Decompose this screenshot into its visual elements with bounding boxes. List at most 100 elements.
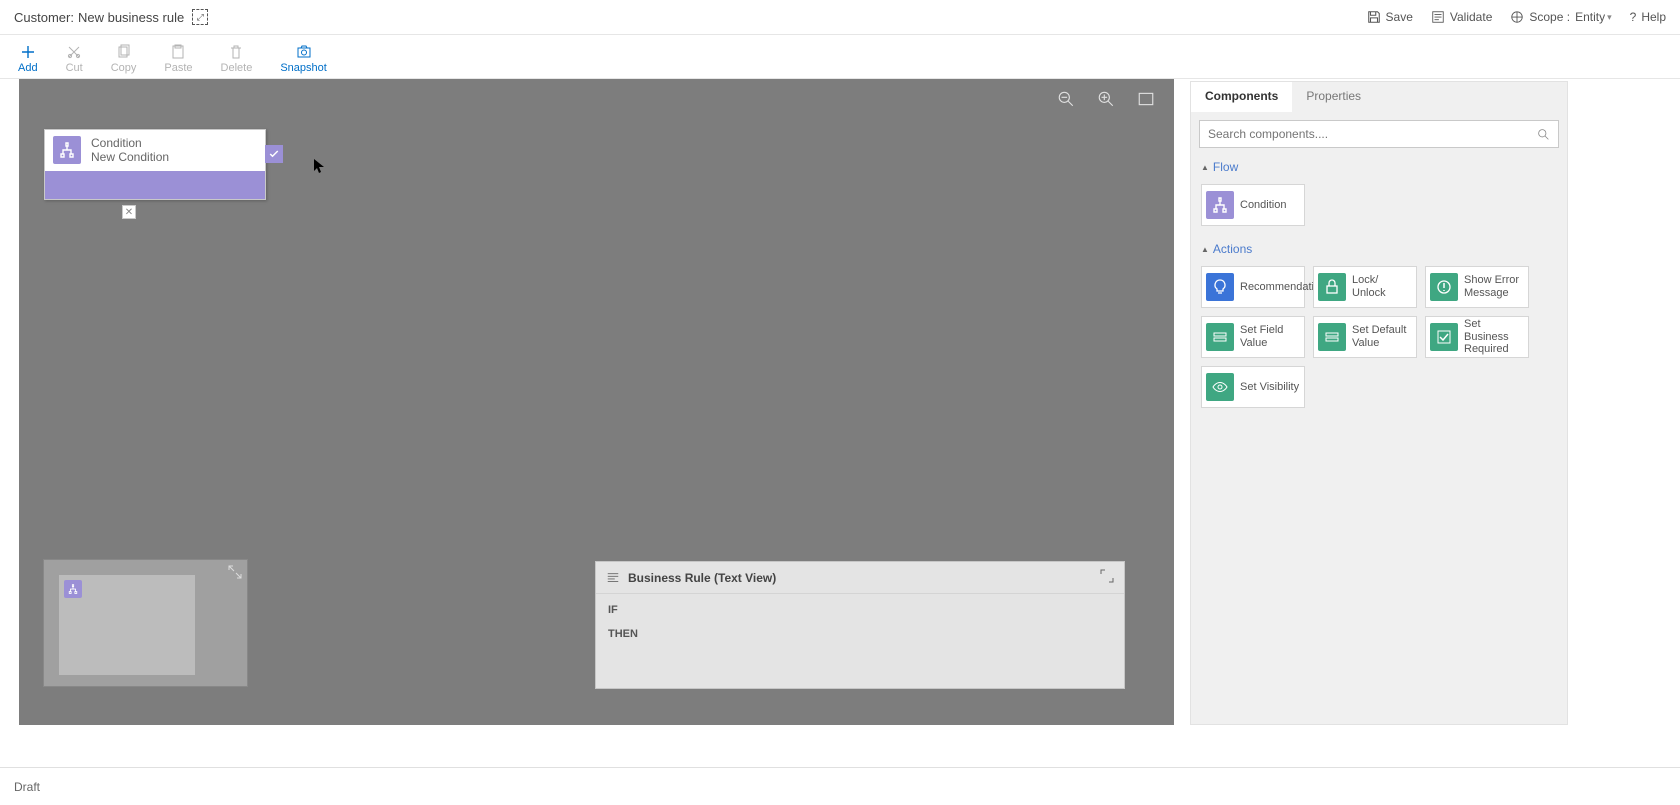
delete-button[interactable]: Delete — [221, 44, 253, 78]
minimap-viewport[interactable] — [59, 575, 195, 675]
component-set-visibility[interactable]: Set Visibility — [1201, 366, 1305, 408]
node-name-label: New Condition — [91, 150, 169, 164]
section-actions[interactable]: ▲ Actions — [1191, 238, 1567, 260]
component-recommendation[interactable]: Recommendation — [1201, 266, 1305, 308]
validate-icon — [1431, 10, 1445, 24]
node-type-label: Condition — [91, 136, 169, 150]
flow-components: Condition — [1191, 178, 1567, 238]
cut-label: Cut — [66, 62, 83, 74]
section-flow[interactable]: ▲ Flow — [1191, 156, 1567, 178]
save-label: Save — [1386, 10, 1413, 24]
snapshot-label: Snapshot — [280, 62, 326, 74]
text-view-icon — [606, 571, 620, 585]
zoom-in-icon — [1097, 90, 1115, 108]
sitemap-icon — [1206, 191, 1234, 219]
paste-button[interactable]: Paste — [164, 44, 192, 78]
paste-label: Paste — [164, 62, 192, 74]
expand-icon — [228, 565, 242, 579]
text-if: IF — [608, 604, 1112, 616]
text-view-expand-button[interactable] — [1100, 569, 1114, 586]
node-header: Condition New Condition — [45, 130, 265, 171]
component-label: Lock/ Unlock — [1352, 274, 1412, 299]
component-label: Set Business Required — [1464, 318, 1524, 356]
save-button[interactable]: Save — [1367, 10, 1413, 24]
text-view-title: Business Rule (Text View) — [628, 571, 776, 585]
condition-node[interactable]: Condition New Condition — [44, 129, 266, 200]
text-then: THEN — [608, 628, 1112, 640]
text-view-body: IF THEN — [596, 594, 1124, 662]
text-view-panel: Business Rule (Text View) IF THEN — [595, 561, 1125, 689]
component-lock-unlock[interactable]: Lock/ Unlock — [1313, 266, 1417, 308]
header-title-area: Customer: New business rule ⤢ — [14, 9, 208, 25]
status-bar: Draft — [0, 767, 1680, 805]
scope-value: Entity▾ — [1575, 10, 1612, 24]
toolbar: Add Cut Copy Paste Delete Snapshot — [0, 35, 1680, 79]
search-icon — [1537, 128, 1550, 141]
field-icon — [1318, 323, 1346, 351]
component-set-default-value[interactable]: Set Default Value — [1313, 316, 1417, 358]
check-icon — [1430, 323, 1458, 351]
canvas-controls — [1056, 89, 1156, 109]
header-actions: Save Validate Scope : Entity▾ ? Help — [1367, 10, 1666, 24]
panel-tabs: Components Properties — [1191, 82, 1567, 112]
search-components[interactable] — [1199, 120, 1559, 148]
paste-icon — [170, 44, 186, 60]
action-components: Recommendation Lock/ Unlock Show Error M… — [1191, 260, 1567, 420]
copy-button[interactable]: Copy — [111, 44, 137, 78]
eye-icon — [1206, 373, 1234, 401]
validate-button[interactable]: Validate — [1431, 10, 1492, 24]
minimap[interactable] — [43, 559, 248, 687]
tab-properties[interactable]: Properties — [1292, 82, 1375, 112]
add-button[interactable]: Add — [18, 44, 38, 78]
validate-label: Validate — [1450, 10, 1492, 24]
scope-label-text: Scope : — [1529, 10, 1570, 24]
component-set-field-value[interactable]: Set Field Value — [1201, 316, 1305, 358]
component-condition[interactable]: Condition — [1201, 184, 1305, 226]
status-text: Draft — [14, 780, 40, 794]
minimap-node-icon — [64, 580, 82, 598]
component-label: Set Visibility — [1240, 381, 1299, 394]
zoom-out-button[interactable] — [1056, 89, 1076, 109]
plus-icon — [20, 44, 36, 60]
help-button[interactable]: ? Help — [1630, 10, 1666, 24]
title-prefix: Customer: — [14, 10, 74, 25]
node-valid-indicator — [265, 145, 283, 163]
help-icon: ? — [1630, 10, 1637, 24]
component-show-error[interactable]: Show Error Message — [1425, 266, 1529, 308]
node-footer — [45, 171, 265, 199]
text-view-header: Business Rule (Text View) — [596, 562, 1124, 594]
search-input[interactable] — [1208, 127, 1537, 141]
node-text: Condition New Condition — [91, 136, 169, 165]
canvas[interactable]: Condition New Condition ✕ — [19, 79, 1174, 725]
title-expand-icon[interactable]: ⤢ — [192, 9, 208, 25]
node-collapse-button[interactable]: ✕ — [122, 205, 136, 219]
title-name[interactable]: New business rule — [78, 10, 184, 25]
zoom-in-button[interactable] — [1096, 89, 1116, 109]
component-label: Set Default Value — [1352, 324, 1412, 349]
header-bar: Customer: New business rule ⤢ Save Valid… — [0, 0, 1680, 35]
component-set-business-required[interactable]: Set Business Required — [1425, 316, 1529, 358]
bulb-icon — [1206, 273, 1234, 301]
mouse-cursor — [314, 159, 324, 173]
section-actions-label: Actions — [1213, 242, 1252, 256]
sitemap-icon — [53, 136, 81, 164]
fit-icon — [1137, 90, 1155, 108]
component-label: Show Error Message — [1464, 274, 1524, 299]
scissors-icon — [66, 44, 82, 60]
scope-selector[interactable]: Scope : Entity▾ — [1510, 10, 1611, 24]
tab-components[interactable]: Components — [1191, 82, 1292, 112]
delete-label: Delete — [221, 62, 253, 74]
scope-icon — [1510, 10, 1524, 24]
help-label: Help — [1641, 10, 1666, 24]
fit-screen-button[interactable] — [1136, 89, 1156, 109]
component-label: Condition — [1240, 199, 1286, 212]
cut-button[interactable]: Cut — [66, 44, 83, 78]
error-icon — [1430, 273, 1458, 301]
caret-icon: ▲ — [1201, 245, 1209, 254]
main-area: Condition New Condition ✕ — [0, 79, 1680, 725]
snapshot-button[interactable]: Snapshot — [280, 44, 326, 78]
caret-icon: ▲ — [1201, 163, 1209, 172]
zoom-out-icon — [1057, 90, 1075, 108]
copy-icon — [116, 44, 132, 60]
minimap-expand-button[interactable] — [228, 565, 242, 579]
